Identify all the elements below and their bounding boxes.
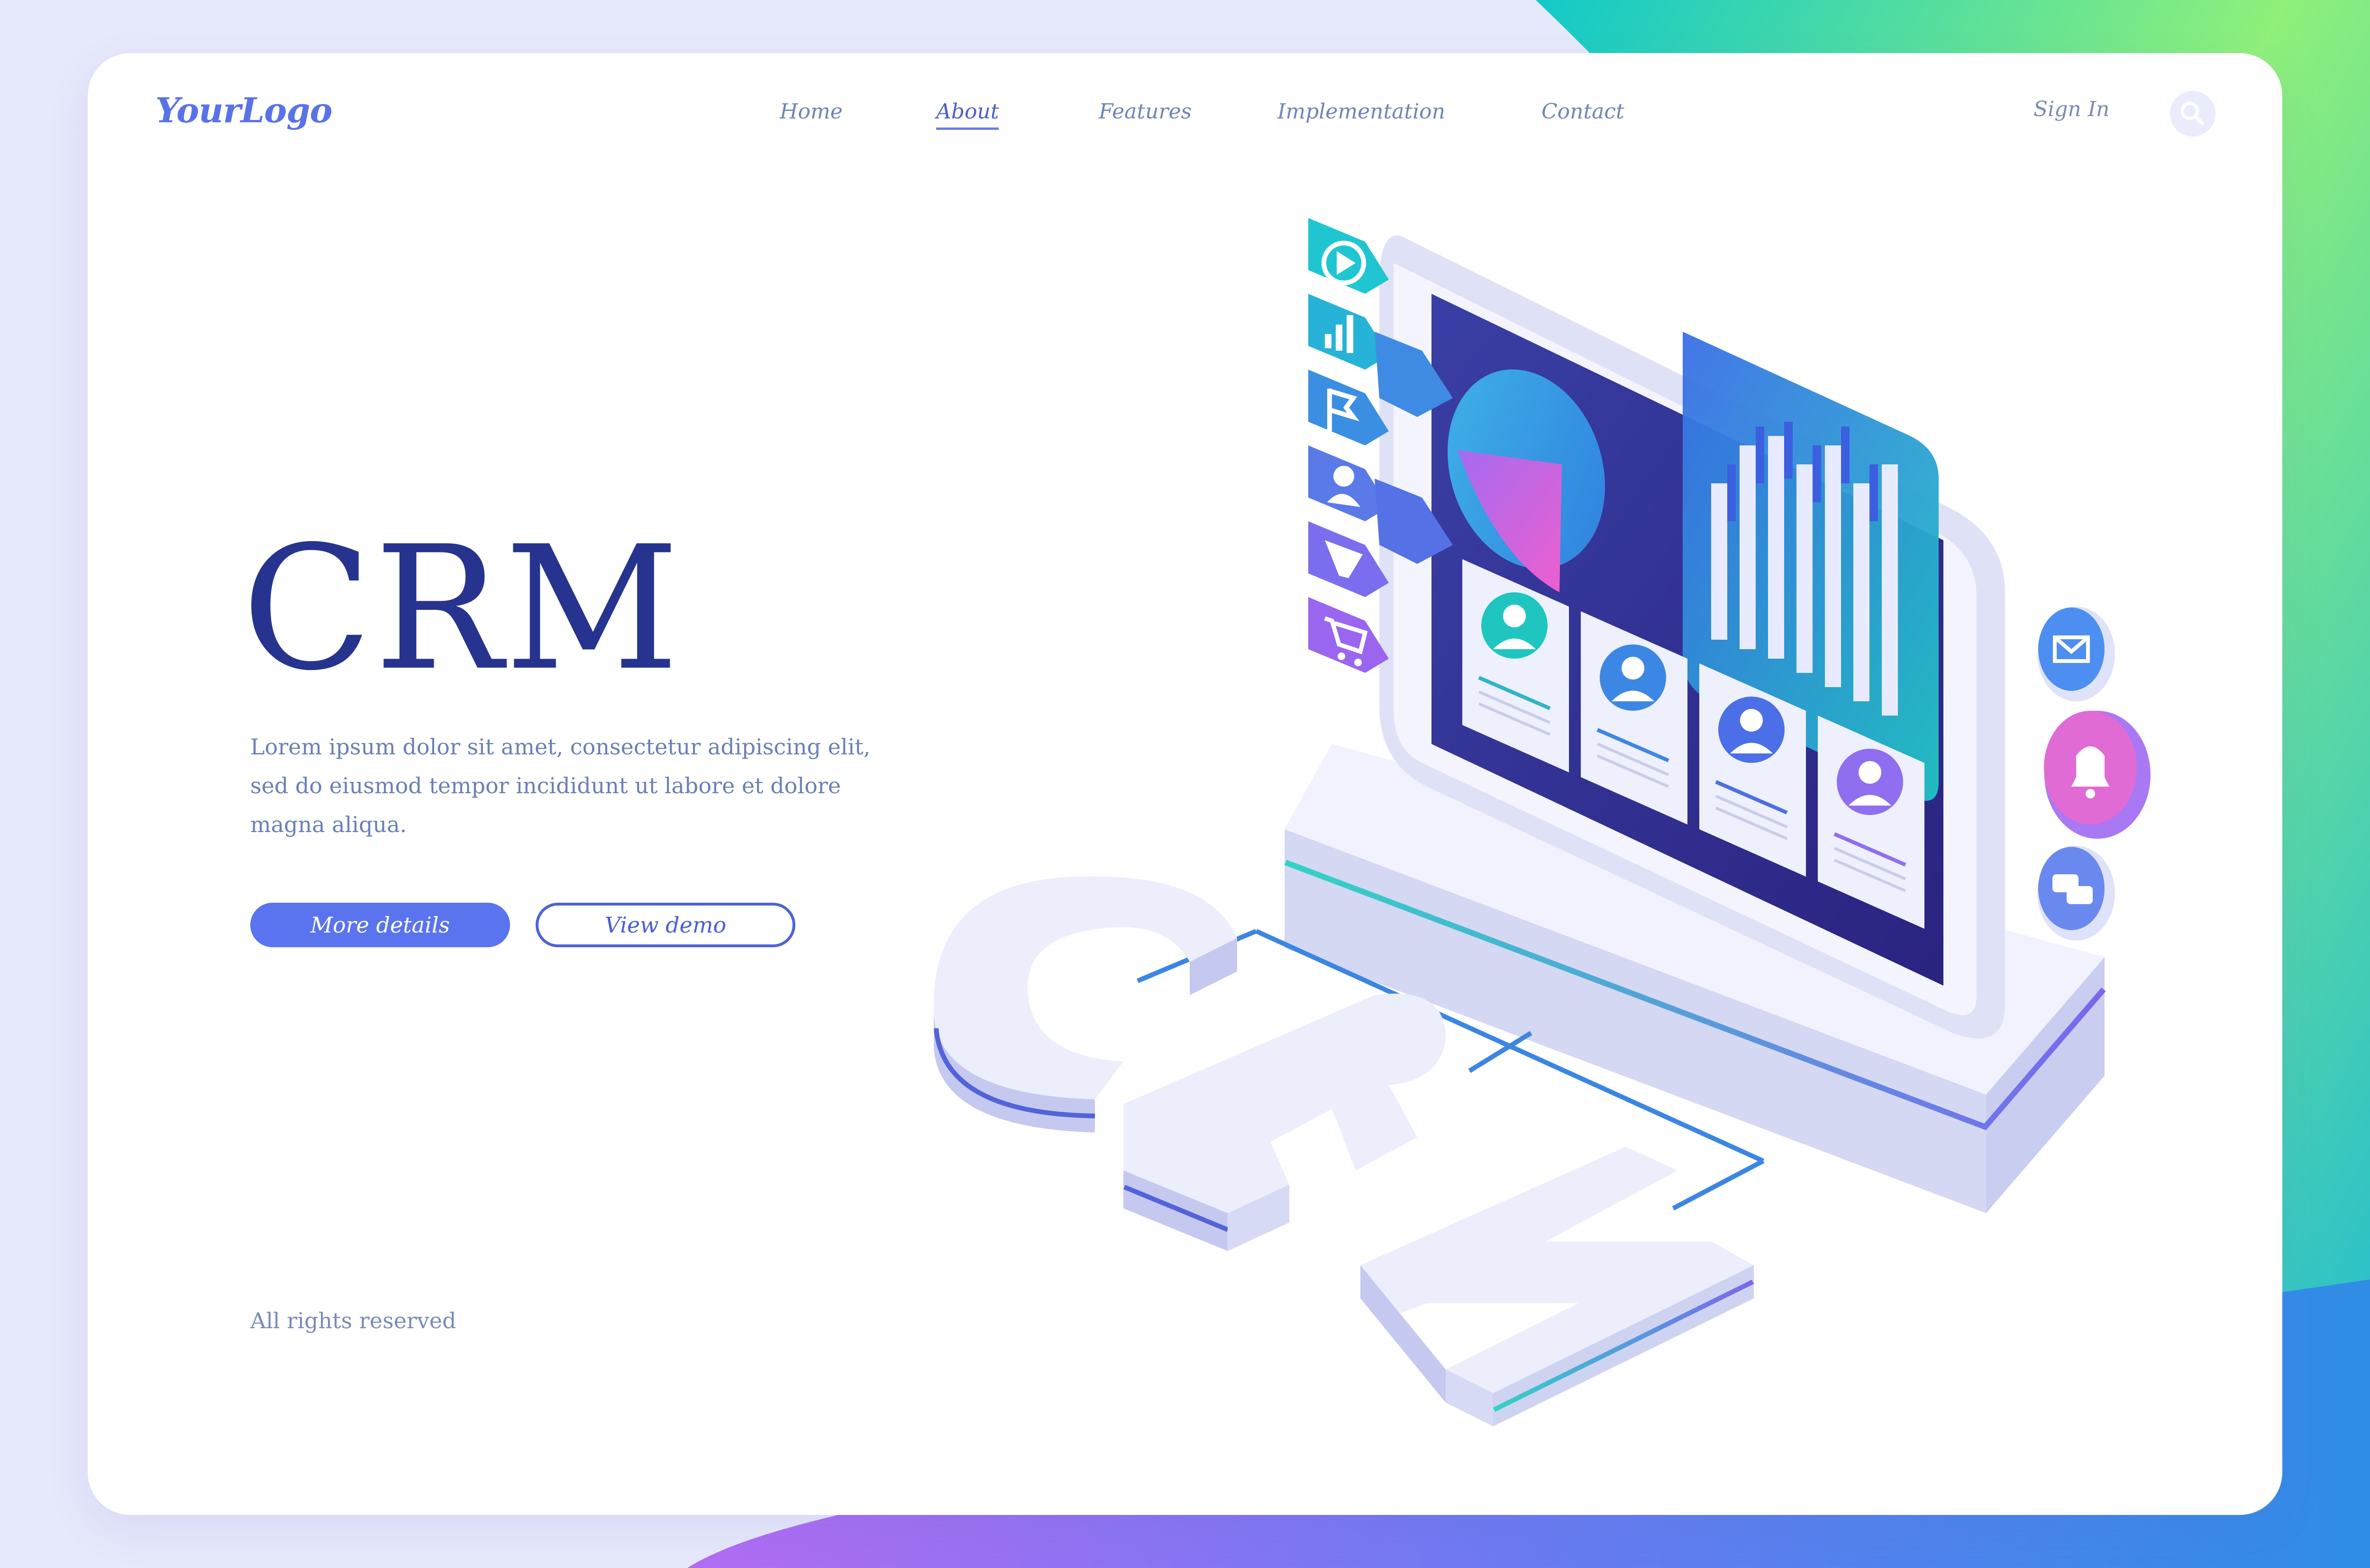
crm-illustration xyxy=(933,218,2151,1426)
play-icon xyxy=(1308,218,1389,294)
search-button[interactable] xyxy=(2170,91,2215,136)
bell-icon xyxy=(2044,711,2151,839)
cart-icon xyxy=(1308,597,1389,673)
chat-icon xyxy=(2037,846,2115,941)
mail-icon xyxy=(2037,607,2115,701)
logo[interactable]: YourLogo xyxy=(155,90,332,130)
funnel-icon xyxy=(1308,521,1389,597)
nav-item-about[interactable]: About xyxy=(936,100,999,130)
nav-item-features[interactable]: Features xyxy=(1099,100,1192,124)
letter-m xyxy=(1360,1147,1754,1426)
nav-item-home[interactable]: Home xyxy=(780,100,843,124)
hero-description: Lorem ipsum dolor sit amet, consectetur … xyxy=(250,734,871,837)
nav-item-implementation[interactable]: Implementation xyxy=(1277,100,1445,124)
sign-in-link[interactable]: Sign In xyxy=(2033,97,2109,121)
flag-icon xyxy=(1308,370,1389,445)
search-icon xyxy=(2180,101,2204,125)
hero-title: CRM xyxy=(242,509,682,708)
letter-r xyxy=(1123,993,1446,1251)
view-demo-button[interactable]: View demo xyxy=(536,903,795,947)
nav-item-contact[interactable]: Contact xyxy=(1541,100,1624,124)
right-icons xyxy=(2037,607,2151,941)
more-details-button[interactable]: More details xyxy=(250,903,510,947)
footer-copyright: All rights reserved xyxy=(250,1308,456,1333)
